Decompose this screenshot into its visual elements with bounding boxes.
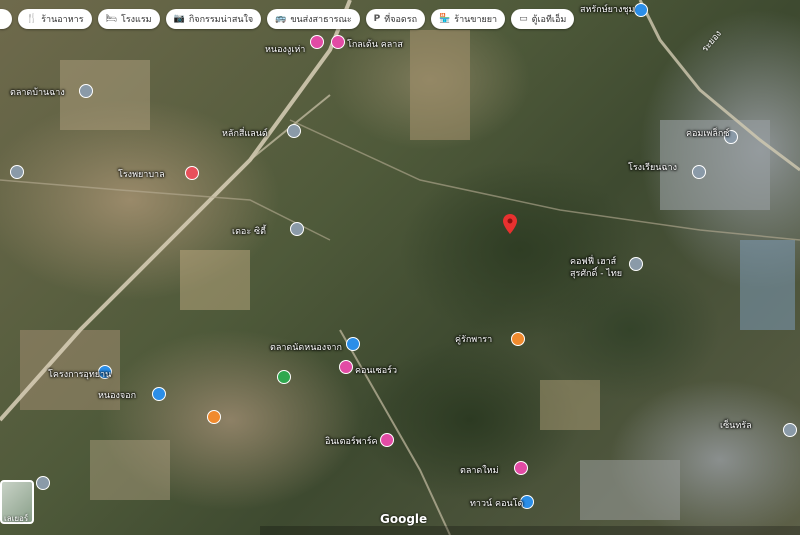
poi-label[interactable]: โรงพยาบาล [118, 167, 165, 181]
poi-label[interactable]: สหรักษ์ยางชุม [580, 2, 634, 16]
shopping-icon[interactable] [514, 461, 528, 475]
parking-icon: P [373, 14, 381, 24]
chip-label: กิจกรรมน่าสนใจ [188, 15, 254, 25]
chip-things-to-do[interactable]: 📷 กิจกรรมน่าสนใจ [165, 9, 262, 29]
poi-pin[interactable] [346, 337, 360, 351]
poi-pin[interactable] [634, 3, 648, 17]
poi-label[interactable]: คู่รักพารา [455, 332, 492, 346]
poi-label[interactable]: อินเตอร์พาร์ค [325, 434, 378, 448]
poi-label[interactable]: คอนเซอร์ว [355, 363, 397, 377]
chip-hotels[interactable]: 🛏 โรงแรม [97, 9, 160, 29]
place-category-toolbar: 🍴 ร้านอาหาร 🛏 โรงแรม 📷 กิจกรรมน่าสนใจ 🚌 … [0, 8, 575, 30]
chip-label: โรงแรม [120, 15, 152, 25]
poi-pin[interactable] [36, 476, 50, 490]
chip-transit[interactable]: 🚌 ขนส่งสาธารณะ [267, 9, 360, 29]
poi-label[interactable]: คอมเพล็กซ์ [686, 126, 729, 140]
pharmacy-icon: 🏪 [439, 14, 451, 24]
poi-pin[interactable] [79, 84, 93, 98]
map-roads-layer [0, 0, 800, 535]
chip-label: ที่จอดรถ [384, 15, 418, 25]
chip-label: ร้านขายยา [454, 15, 498, 25]
poi-label[interactable]: ตลาดบ้านฉาง [10, 85, 65, 99]
poi-label[interactable]: หนองงูเห่า [265, 42, 305, 56]
chip-parking[interactable]: P ที่จอดรถ [365, 9, 426, 29]
poi-pin[interactable] [629, 257, 643, 271]
chip-label: ตู้เอทีเอ็ม [531, 15, 567, 25]
map-footer [260, 526, 800, 535]
poi-pin[interactable] [290, 222, 304, 236]
shopping-icon[interactable] [339, 360, 353, 374]
poi-label[interactable]: ทาวน์ คอนโด [470, 496, 523, 510]
poi-label[interactable]: ตลาดใหม่ [460, 463, 499, 477]
menu-button[interactable] [0, 9, 12, 29]
google-logo: Google [380, 512, 428, 526]
poi-label[interactable]: โครงการอุทยาน [48, 367, 111, 381]
poi-pin[interactable] [692, 165, 706, 179]
camera-icon: 📷 [173, 14, 185, 24]
poi-label[interactable]: สุรศักดิ์ - ไทย [570, 266, 622, 280]
restaurant-icon: 🍴 [26, 14, 38, 24]
satellite-map[interactable]: ระยอง สหรักษ์ยางชุม หนองงูเห่า โกลเด้น ค… [0, 0, 800, 535]
food-icon[interactable] [207, 410, 221, 424]
park-icon[interactable] [277, 370, 291, 384]
chip-label: ร้านอาหาร [41, 15, 84, 25]
poi-pin[interactable] [783, 423, 797, 437]
atm-icon: ▭ [519, 14, 528, 24]
poi-pin[interactable] [287, 124, 301, 138]
poi-label[interactable]: หลักสี่แลนด์ [222, 126, 268, 140]
chip-pharmacy[interactable]: 🏪 ร้านขายยา [431, 9, 506, 29]
poi-pin[interactable] [10, 165, 24, 179]
poi-label[interactable]: เดอะ ซิตี้ [232, 224, 266, 238]
layers-label: เลเยอร์ [4, 514, 29, 523]
chip-atm[interactable]: ▭ ตู้เอทีเอ็ม [511, 9, 575, 29]
bus-icon: 🚌 [275, 14, 287, 24]
food-icon[interactable] [511, 332, 525, 346]
hotel-icon: 🛏 [105, 14, 117, 24]
chip-restaurants[interactable]: 🍴 ร้านอาหาร [18, 9, 92, 29]
poi-label[interactable]: โรงเรียนฉาง [628, 160, 677, 174]
poi-pin[interactable] [152, 387, 166, 401]
poi-label[interactable]: หนองจอก [98, 388, 136, 402]
poi-pin[interactable] [310, 35, 324, 49]
hospital-icon[interactable] [185, 166, 199, 180]
poi-label[interactable]: เซ็นทรัล [720, 418, 752, 432]
chip-label: ขนส่งสาธารณะ [290, 15, 352, 25]
poi-label[interactable]: โกลเด้น คลาส [347, 37, 403, 51]
location-marker-icon[interactable] [503, 214, 517, 234]
poi-pin[interactable] [331, 35, 345, 49]
poi-label[interactable]: ตลาดนัดหนองจาก [270, 340, 342, 354]
shopping-icon[interactable] [380, 433, 394, 447]
